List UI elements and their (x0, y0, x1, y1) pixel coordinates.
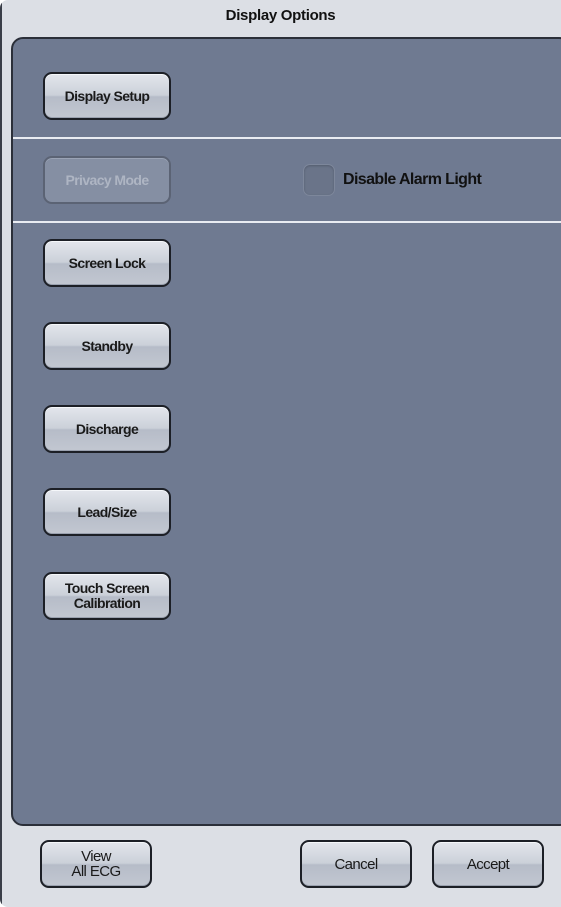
display-options-dialog: Display Options Display Setup Privacy Mo… (0, 0, 561, 907)
standby-button[interactable]: Standby (43, 322, 171, 370)
cancel-button[interactable]: Cancel (300, 840, 412, 888)
screen-lock-button[interactable]: Screen Lock (43, 239, 171, 287)
disable-alarm-light-label: Disable Alarm Light (343, 171, 482, 188)
section-divider (13, 221, 561, 223)
touch-screen-calibration-button[interactable]: Touch Screen Calibration (43, 572, 171, 620)
options-panel: Display Setup Privacy Mode Disable Alarm… (11, 37, 561, 826)
dialog-title: Display Options (225, 7, 336, 24)
section-divider (13, 137, 561, 139)
discharge-button[interactable]: Discharge (43, 405, 171, 453)
window-edge (0, 0, 2, 907)
disable-alarm-light-checkbox[interactable] (303, 164, 335, 196)
view-all-ecg-button[interactable]: View All ECG (40, 840, 152, 888)
accept-button[interactable]: Accept (432, 840, 544, 888)
lead-size-button[interactable]: Lead/Size (43, 488, 171, 536)
privacy-mode-button[interactable]: Privacy Mode (43, 156, 171, 204)
display-setup-button[interactable]: Display Setup (43, 72, 171, 120)
disable-alarm-light-option[interactable]: Disable Alarm Light (303, 162, 482, 198)
